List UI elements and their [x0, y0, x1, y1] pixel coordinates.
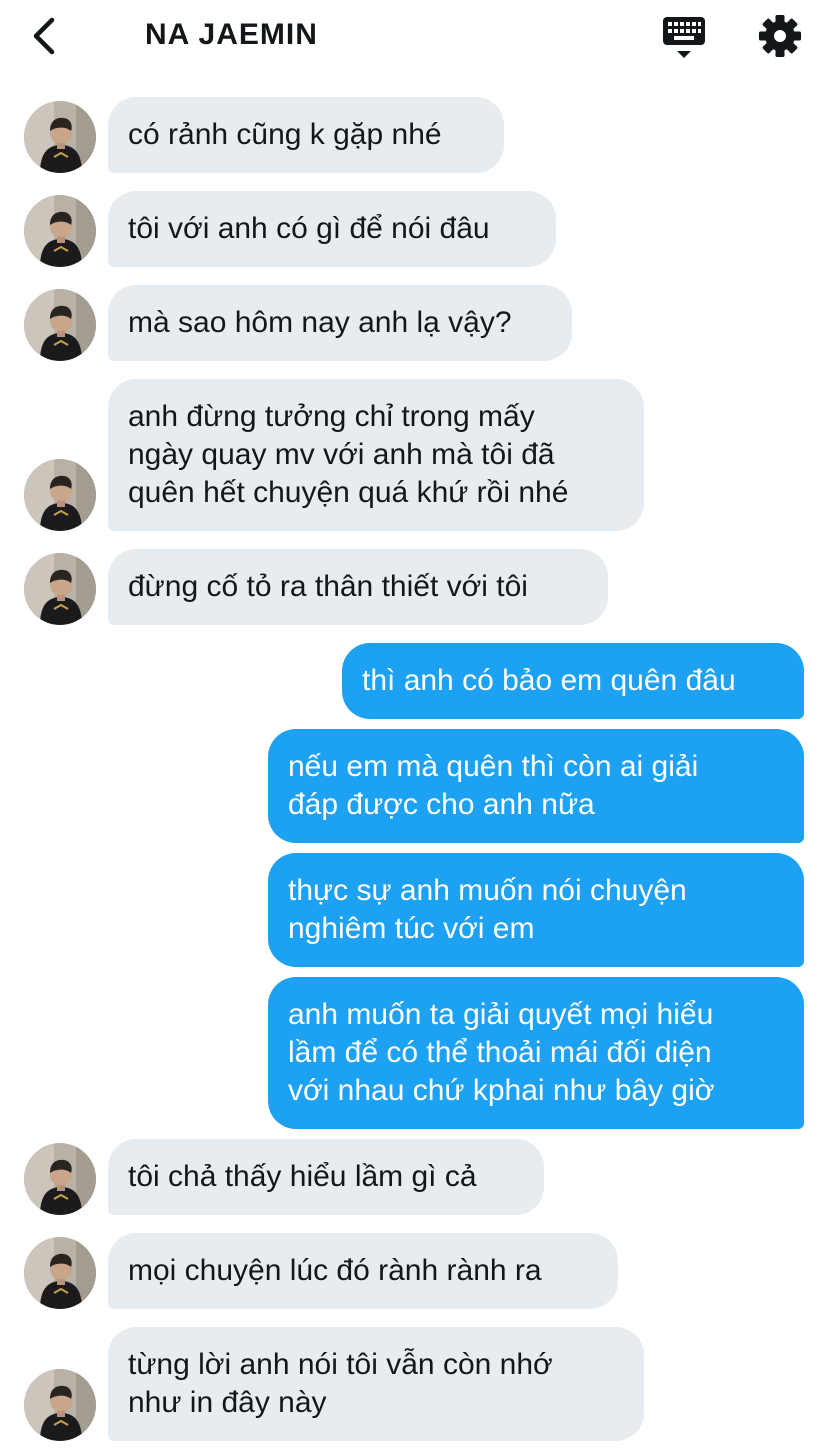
message-bubble-sent[interactable]: thì anh có bảo em quên đâu — [342, 643, 804, 719]
avatar[interactable] — [24, 553, 96, 625]
message-bubble-sent[interactable]: nếu em mà quên thì còn ai giải đáp được … — [268, 729, 804, 843]
page-title: NA JAEMIN — [145, 18, 318, 51]
gear-icon — [759, 15, 801, 57]
avatar[interactable] — [24, 1369, 96, 1441]
message-bubble-received[interactable]: tôi với anh có gì để nói đâu — [108, 191, 556, 267]
message-bubble-received[interactable]: có rảnh cũng k gặp nhé — [108, 97, 504, 173]
message-bubble-received[interactable]: đừng cố tỏ ra thân thiết với tôi — [108, 549, 608, 625]
settings-button[interactable] — [758, 14, 802, 58]
conversation-header: NA JAEMIN — [0, 0, 828, 76]
message-bubble-received[interactable]: tôi chả thấy hiểu lầm gì cả — [108, 1139, 544, 1215]
avatar[interactable] — [24, 101, 96, 173]
avatar[interactable] — [24, 459, 96, 531]
avatar[interactable] — [24, 1237, 96, 1309]
message-bubble-sent[interactable]: anh muốn ta giải quyết mọi hiểu lầm để c… — [268, 977, 804, 1129]
back-button[interactable] — [28, 14, 64, 58]
keyboard-button[interactable] — [662, 14, 706, 60]
message-bubble-received[interactable]: anh đừng tưởng chỉ trong mấy ngày quay m… — [108, 379, 644, 531]
keyboard-icon — [663, 17, 705, 58]
message-bubble-received[interactable]: từng lời anh nói tôi vẫn còn nhớ như in … — [108, 1327, 644, 1441]
message-bubble-received[interactable]: mà sao hôm nay anh lạ vậy? — [108, 285, 572, 361]
message-bubble-sent[interactable]: thực sự anh muốn nói chuyện nghiêm túc v… — [268, 853, 804, 967]
avatar[interactable] — [24, 1143, 96, 1215]
avatar[interactable] — [24, 195, 96, 267]
chevron-left-icon — [33, 17, 55, 55]
avatar[interactable] — [24, 289, 96, 361]
message-bubble-received[interactable]: mọi chuyện lúc đó rành rành ra — [108, 1233, 618, 1309]
